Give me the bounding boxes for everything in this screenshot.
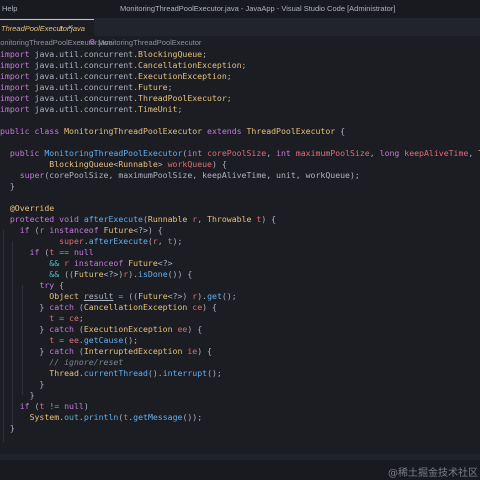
class-icon: ⚙ (89, 39, 96, 46)
window-title: MonitoringThreadPoolExecutor.java - Java… (120, 4, 396, 13)
breadcrumb-file[interactable]: MonitoringThreadPoolExecutor.java (0, 38, 113, 47)
code-line: import java.util.concurrent.TimeUnit; (0, 104, 183, 114)
breadcrumb: MonitoringThreadPoolExecutor.java > ⚙ Mo… (0, 37, 480, 49)
code-line: } catch (ExecutionException ee) { (0, 324, 203, 334)
code-line: import java.util.concurrent.BlockingQueu… (0, 49, 208, 59)
code-line: } (0, 423, 15, 433)
code-line: t = ce; (49, 313, 84, 323)
code-line: super.afterExecute(r, t); (59, 236, 183, 246)
code-line: public class MonitoringThreadPoolExecuto… (0, 126, 346, 136)
code-line: public MonitoringThreadPoolExecutor(int … (9, 148, 480, 158)
close-icon[interactable]: × (68, 23, 73, 32)
code-line: if (t != null) (19, 401, 89, 411)
code-line: } (0, 390, 35, 400)
code-line: @Override (9, 203, 55, 213)
code-line: protected void afterExecute(Runnable r, … (9, 214, 277, 224)
title-bar: Help MonitoringThreadPoolExecutor.java -… (0, 0, 480, 19)
code-line: t = ee.getCause(); (49, 335, 139, 345)
chevron-right-icon: > (80, 38, 85, 47)
code-line: // ignore/reset (49, 357, 124, 367)
code-editor[interactable]: import java.util.concurrent.BlockingQueu… (0, 49, 480, 454)
code-line: BlockingQueue<Runnable> workQueue) { (49, 159, 227, 169)
code-line: if (t == null (29, 247, 94, 257)
breadcrumb-symbol[interactable]: MonitoringThreadPoolExecutor (98, 38, 201, 47)
code-line: && ((Future<?>)r).isDone()) { (49, 269, 193, 279)
code-line: Thread.currentThread().interrupt(); (49, 368, 222, 378)
code-line: } catch (InterruptedException ie) { (0, 346, 212, 356)
code-line: super(corePoolSize, maximumPoolSize, kee… (19, 170, 360, 180)
code-line: } catch (CancellationException ce) { (0, 302, 217, 312)
watermark: @稀土掘金技术社区 (388, 468, 478, 479)
code-line: import java.util.concurrent.ExecutionExc… (0, 71, 232, 81)
tab-monitoring-thread-pool-executor[interactable]: ThreadPoolExecutor.java 1 × (0, 19, 94, 37)
code-line: Object result = ((Future<?>) r).get(); (49, 291, 237, 301)
code-line: } (0, 379, 45, 389)
menu-help[interactable]: Help (2, 4, 17, 13)
panel-divider (0, 454, 480, 460)
code-line: import java.util.concurrent.Cancellation… (0, 60, 247, 70)
editor-tab-bar: ThreadPoolExecutor.java 1 × (0, 19, 480, 37)
problem-count-badge: 1 (59, 24, 64, 33)
code-line: if (r instanceof Future<?>) { (19, 225, 163, 235)
code-line: && r instanceof Future<?> (49, 258, 173, 268)
code-line: import java.util.concurrent.ThreadPoolEx… (0, 93, 232, 103)
code-line: import java.util.concurrent.Future; (0, 82, 173, 92)
code-line: } (0, 181, 15, 191)
code-line: try { (39, 280, 65, 290)
code-line: System.out.println(t.getMessage()); (29, 412, 203, 422)
